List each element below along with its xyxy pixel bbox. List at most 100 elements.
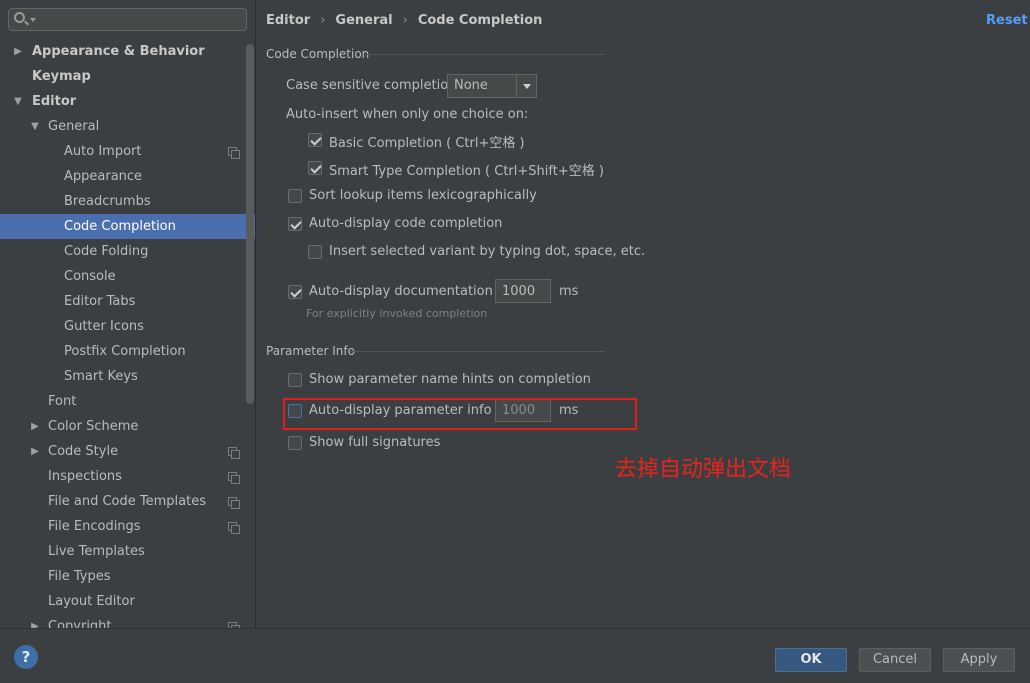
case-sensitive-dropdown[interactable]: None — [447, 74, 537, 98]
tree-item-label: Auto Import — [64, 144, 142, 159]
tree-item-label: File Types — [48, 569, 111, 584]
tree-item-editor-tabs[interactable]: Editor Tabs — [0, 289, 255, 314]
group-divider — [350, 351, 605, 352]
search-input[interactable] — [41, 10, 241, 29]
tree-item-label: Editor Tabs — [64, 294, 136, 309]
project-settings-icon — [228, 522, 240, 534]
smart-type-completion-label[interactable]: Smart Type Completion ( Ctrl+Shift+空格 ) — [329, 160, 604, 179]
tree-item-label: Console — [64, 269, 116, 284]
tree-item-color-scheme[interactable]: ▶ Color Scheme — [0, 414, 255, 439]
tree-item-auto-import[interactable]: Auto Import — [0, 139, 255, 164]
tree-item-inspections[interactable]: Inspections — [0, 464, 255, 489]
tree-item-label: Keymap — [32, 69, 91, 84]
tree-item-label: File Encodings — [48, 519, 141, 534]
ok-button[interactable]: OK — [775, 648, 847, 672]
tree-item-label: Font — [48, 394, 77, 409]
cancel-button[interactable]: Cancel — [859, 648, 931, 672]
tree-item-code-folding[interactable]: Code Folding — [0, 239, 255, 264]
annotation-highlight-box — [283, 398, 637, 430]
auto-display-doc-label[interactable]: Auto-display documentation in — [309, 284, 509, 299]
breadcrumb-editor: Editor — [266, 13, 311, 28]
auto-display-code-checkbox[interactable] — [288, 217, 302, 231]
sort-lookup-label[interactable]: Sort lookup items lexicographically — [309, 188, 537, 203]
chevron-down-icon[interactable]: ▼ — [29, 114, 41, 139]
show-param-hints-checkbox[interactable] — [288, 373, 302, 387]
case-sensitive-value: None — [454, 78, 488, 93]
chevron-down-icon[interactable] — [516, 75, 536, 97]
project-settings-icon — [228, 497, 240, 509]
tree-item-breadcrumbs[interactable]: Breadcrumbs — [0, 189, 255, 214]
auto-display-doc-checkbox[interactable] — [288, 285, 302, 299]
doc-hint-text: For explicitly invoked completion — [306, 307, 488, 320]
auto-display-code-label[interactable]: Auto-display code completion — [309, 216, 502, 231]
tree-item-file-encodings[interactable]: File Encodings — [0, 514, 255, 539]
group-divider — [365, 54, 605, 55]
insert-selected-checkbox[interactable] — [308, 245, 322, 259]
breadcrumb: Editor › General › Code Completion — [266, 12, 542, 30]
tree-item-general[interactable]: ▼ General — [0, 114, 255, 139]
show-param-hints-label[interactable]: Show parameter name hints on completion — [309, 372, 591, 387]
auto-insert-label: Auto-insert when only one choice on: — [286, 107, 529, 122]
tree-item-appearance-behavior[interactable]: ▶ Appearance & Behavior — [0, 39, 255, 64]
chevron-right-icon[interactable]: ▶ — [29, 439, 41, 464]
tree-item-label: Live Templates — [48, 544, 145, 559]
basic-completion-checkbox[interactable] — [308, 133, 322, 147]
tree-item-file-code-templates[interactable]: File and Code Templates — [0, 489, 255, 514]
tree-item-copyright[interactable]: ▶ Copyright — [0, 614, 255, 628]
tree-item-label: Layout Editor — [48, 594, 135, 609]
tree-item-label: Inspections — [48, 469, 122, 484]
apply-button[interactable]: Apply — [943, 648, 1015, 672]
settings-search-box[interactable] — [8, 8, 247, 31]
tree-item-layout-editor[interactable]: Layout Editor — [0, 589, 255, 614]
tree-item-smart-keys[interactable]: Smart Keys — [0, 364, 255, 389]
sidebar-scrollbar[interactable] — [246, 44, 254, 404]
tree-item-label: Appearance & Behavior — [32, 44, 205, 59]
doc-delay-unit: ms — [559, 284, 579, 299]
tree-item-postfix-completion[interactable]: Postfix Completion — [0, 339, 255, 364]
insert-selected-label[interactable]: Insert selected variant by typing dot, s… — [329, 244, 645, 259]
tree-item-label: Code Folding — [64, 244, 149, 259]
show-full-signatures-checkbox[interactable] — [288, 436, 302, 450]
tree-item-label: File and Code Templates — [48, 494, 206, 509]
chevron-right-icon[interactable]: ▶ — [12, 39, 24, 64]
breadcrumb-code-completion: Code Completion — [417, 13, 543, 28]
tree-item-keymap[interactable]: Keymap — [0, 64, 255, 89]
breadcrumb-general: General — [335, 13, 393, 28]
tree-item-file-types[interactable]: File Types — [0, 564, 255, 589]
tree-item-label: Color Scheme — [48, 419, 139, 434]
case-sensitive-label: Case sensitive completion: — [286, 78, 461, 93]
breadcrumb-separator: › — [402, 13, 408, 28]
chevron-down-icon[interactable] — [30, 18, 36, 22]
tree-item-label: General — [48, 119, 100, 134]
search-icon[interactable] — [14, 12, 25, 23]
tree-item-label: Code Completion — [64, 219, 176, 234]
tree-item-console[interactable]: Console — [0, 264, 255, 289]
tree-item-label: Gutter Icons — [64, 319, 144, 334]
tree-item-code-style[interactable]: ▶ Code Style — [0, 439, 255, 464]
sort-lookup-checkbox[interactable] — [288, 189, 302, 203]
tree-item-editor[interactable]: ▼ Editor — [0, 89, 255, 114]
smart-type-completion-checkbox[interactable] — [308, 161, 322, 175]
breadcrumb-separator: › — [320, 13, 326, 28]
chevron-right-icon[interactable]: ▶ — [29, 414, 41, 439]
tree-item-live-templates[interactable]: Live Templates — [0, 539, 255, 564]
help-icon[interactable]: ? — [14, 645, 38, 669]
show-full-signatures-label[interactable]: Show full signatures — [309, 435, 440, 450]
parameter-info-group-title: Parameter Info — [266, 344, 355, 358]
settings-tree-sidebar: ▶ Appearance & Behavior Keymap ▼ Editor … — [0, 0, 256, 628]
tree-item-label: Appearance — [64, 169, 143, 184]
tree-item-label: Smart Keys — [64, 369, 138, 384]
tree-item-appearance[interactable]: Appearance — [0, 164, 255, 189]
tree-item-label: Copyright — [48, 619, 112, 628]
reset-link[interactable]: Reset — [986, 12, 1028, 30]
project-settings-icon — [228, 147, 240, 159]
tree-item-gutter-icons[interactable]: Gutter Icons — [0, 314, 255, 339]
chevron-right-icon[interactable]: ▶ — [29, 614, 41, 628]
tree-item-code-completion[interactable]: Code Completion — [0, 214, 255, 239]
tree-item-label: Code Style — [48, 444, 119, 459]
tree-item-font[interactable]: Font — [0, 389, 255, 414]
annotation-text: 去掉自动弹出文档 — [615, 457, 792, 482]
basic-completion-label[interactable]: Basic Completion ( Ctrl+空格 ) — [329, 132, 525, 151]
doc-delay-input[interactable] — [495, 279, 551, 303]
chevron-down-icon[interactable]: ▼ — [12, 89, 24, 114]
